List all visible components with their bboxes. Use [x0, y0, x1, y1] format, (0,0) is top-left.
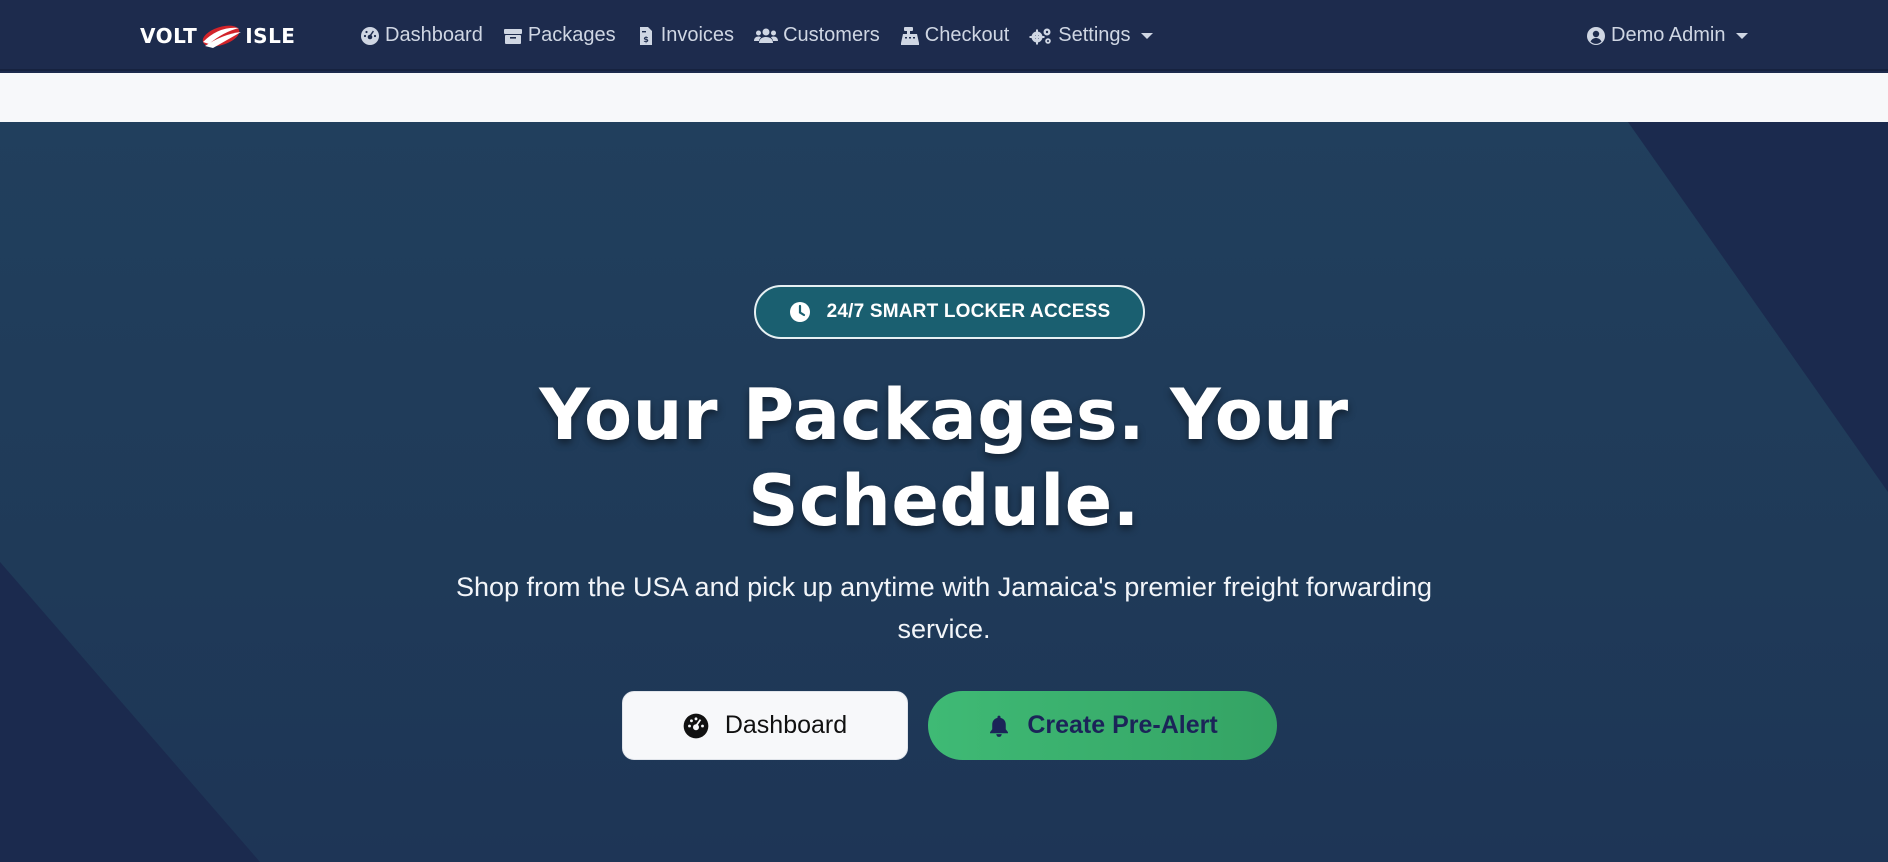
- svg-text:$: $: [643, 35, 649, 44]
- nav-customers[interactable]: Customers: [744, 0, 890, 71]
- hero-title-line-1: Your Packages. Your: [539, 374, 1349, 456]
- brand-swoosh-icon: [199, 20, 243, 52]
- top-navbar: VOLT ISLE Dashboard Packages $ Invoices …: [0, 0, 1888, 71]
- nav-checkout[interactable]: Checkout: [890, 0, 1020, 71]
- create-pre-alert-button[interactable]: Create Pre-Alert: [928, 691, 1277, 760]
- hero-title: Your Packages. Your Schedule.: [444, 372, 1444, 544]
- hero-decor-left: [0, 562, 260, 862]
- brand-text-right: ISLE: [245, 24, 296, 48]
- gauge-icon: [361, 26, 379, 45]
- gears-icon: [1029, 28, 1052, 44]
- dashboard-button-label: Dashboard: [724, 711, 848, 739]
- nav-invoices[interactable]: $ Invoices: [626, 0, 744, 71]
- hero-decor-right: [1628, 122, 1888, 492]
- user-menu-label: Demo Admin: [1611, 24, 1726, 46]
- nav-dashboard[interactable]: Dashboard: [358, 0, 493, 71]
- create-pre-alert-label: Create Pre-Alert: [1027, 711, 1218, 739]
- user-circle-icon: [1587, 26, 1605, 45]
- clock-icon: [789, 302, 810, 322]
- nav-customers-label: Customers: [783, 24, 880, 46]
- nav-packages-label: Packages: [527, 24, 616, 46]
- nav-settings[interactable]: Settings: [1019, 0, 1162, 71]
- invoice-icon: $: [639, 26, 652, 45]
- nav-settings-label: Settings: [1058, 24, 1131, 46]
- chevron-down-icon: [1735, 32, 1748, 39]
- gauge-icon: [683, 713, 709, 738]
- brand-text-left: VOLT: [140, 24, 198, 48]
- hero-subtitle-line-2: service.: [897, 614, 991, 644]
- nav-packages[interactable]: Packages: [493, 0, 626, 71]
- chevron-down-icon: [1140, 32, 1153, 39]
- main-nav: Dashboard Packages $ Invoices Customers …: [358, 0, 1163, 71]
- feature-badge: 24/7 SMART LOCKER ACCESS: [754, 285, 1145, 339]
- hero-section: 24/7 SMART LOCKER ACCESS Your Packages. …: [0, 122, 1888, 862]
- nav-dashboard-label: Dashboard: [385, 24, 483, 46]
- brand-logo[interactable]: VOLT ISLE: [140, 20, 295, 52]
- dashboard-button[interactable]: Dashboard: [622, 691, 908, 760]
- user-menu[interactable]: Demo Admin: [1586, 0, 1748, 71]
- users-icon: [754, 28, 779, 43]
- cash-register-icon: [900, 26, 919, 45]
- hero-title-line-2: Schedule.: [748, 460, 1140, 542]
- nav-invoices-label: Invoices: [660, 24, 735, 46]
- hero-subtitle-line-1: Shop from the USA and pick up anytime wi…: [455, 572, 1433, 602]
- nav-checkout-label: Checkout: [924, 24, 1010, 46]
- secondary-bar: [0, 73, 1888, 122]
- box-icon: [503, 28, 522, 44]
- feature-badge-label: 24/7 SMART LOCKER ACCESS: [826, 301, 1111, 322]
- hero-subtitle: Shop from the USA and pick up anytime wi…: [394, 566, 1494, 650]
- bell-icon: [990, 715, 1009, 737]
